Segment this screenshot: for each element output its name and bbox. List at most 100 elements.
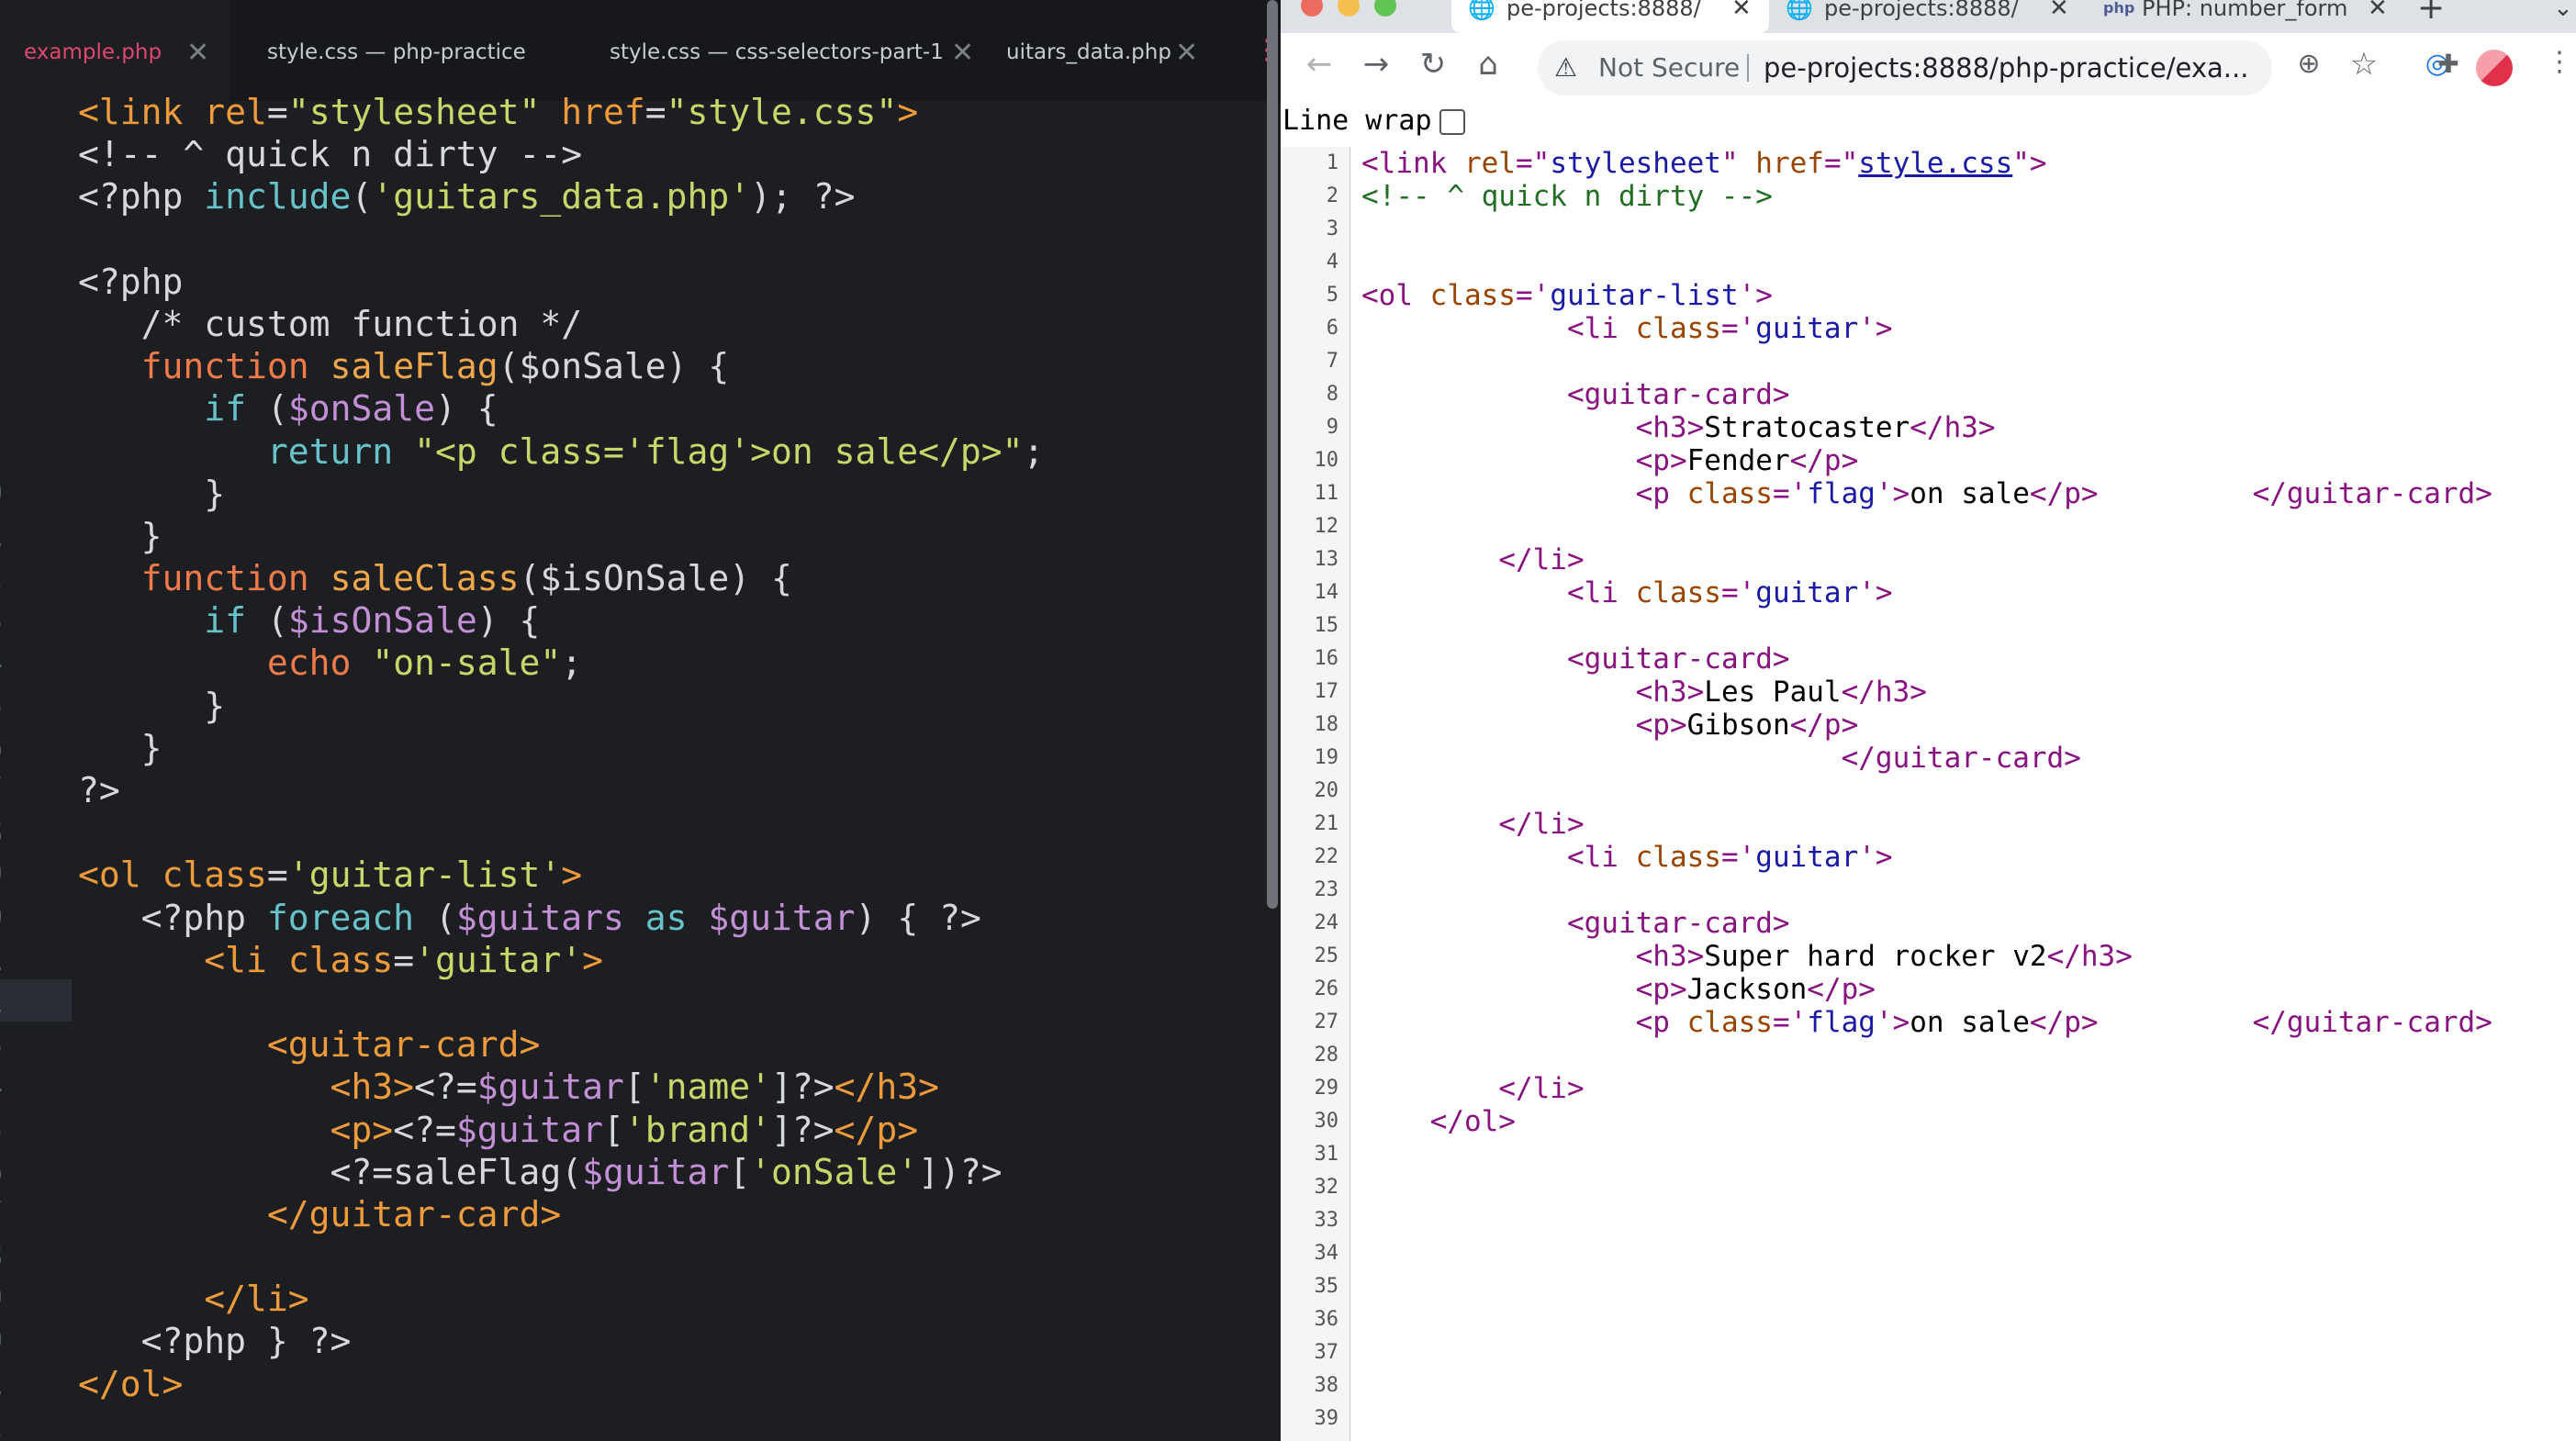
code-line: <h3><?=$guitar['name']?></h3> [330,1067,940,1108]
source-line: <guitar-card> [1566,907,1790,940]
close-icon[interactable]: ✕ [1731,0,1752,20]
editor-tab-style-css-selectors[interactable]: style.css — css-selectors-part-1 ✕ [586,0,990,101]
url-host: pe-projects [1764,52,1913,84]
source-line: <li class='guitar'> [1566,312,1893,345]
line-number: 26 [0,1151,35,1193]
line-number: 21 [0,939,35,981]
stylesheet-link[interactable]: style.css [1858,147,2012,180]
editor-tab-bar: example.php ✕ style.css — php-practice s… [0,0,1281,101]
more-menu-icon[interactable]: ⋮ [2546,46,2573,78]
security-label[interactable]: Not Secure [1598,40,1740,95]
code-line: <p><?=$guitar['brand']?></p> [330,1109,919,1150]
source-line-number: 3 [1326,218,1338,240]
source-line [1361,1039,2492,1072]
warning-icon[interactable]: ⚠ [1554,40,1577,95]
bookmark-star-icon[interactable]: ☆ [2346,46,2382,83]
source-line: </li> [1498,1072,1585,1105]
php-icon: php [2103,0,2135,17]
zoom-window-button[interactable] [1374,0,1396,17]
close-icon[interactable]: ✕ [2368,0,2388,20]
source-line: <li class='guitar'> [1566,576,1893,609]
reload-button[interactable]: ↻ [1415,46,1451,83]
code-line: } [78,727,162,768]
code-line: <?php } ?> [78,1321,352,1362]
line-number: 9 [0,430,35,473]
avatar[interactable] [2476,50,2513,86]
new-tab-button[interactable]: + [2417,0,2463,33]
source-line-number: 18 [1314,713,1339,736]
code-editor[interactable]: example.php ✕ style.css — php-practice s… [0,0,1281,1441]
source-line [1361,874,2492,907]
home-button[interactable]: ⌂ [1470,46,1506,83]
line-wrap-checkbox[interactable] [1439,108,1465,135]
source-line: <h3>Super hard rocker v2</h3> [1635,940,2133,973]
line-number: 5 [0,261,35,303]
code-line: <?php [78,261,184,302]
editor-scrollbar[interactable] [1267,0,1278,909]
source-line-number: 23 [1314,878,1339,901]
browser-tab-3[interactable]: php PHP: number_form ✕ [2087,0,2408,33]
source-line-gutter: 1 2 3 4 5 6 7 8 9 10 11 12 13 14 15 16 17 18 19 20 21 22 23 24 2… [1281,147,1350,1441]
close-icon[interactable]: ✕ [2049,0,2069,20]
extensions-puzzle-icon[interactable]: ✚ [2430,46,2467,83]
source-code: <link rel="stylesheet" href="style.css">… [1361,147,2492,1138]
source-line-number: 36 [1314,1308,1339,1331]
source-line-number: 13 [1314,548,1339,571]
line-number: 30 [0,1320,35,1362]
minimize-window-button[interactable] [1338,0,1360,17]
close-icon[interactable]: ✕ [1175,0,1198,106]
source-line-number: 8 [1326,383,1338,406]
editor-tab-style-css-php-practice[interactable]: style.css — php-practice [243,0,583,101]
source-line: </li> [1498,808,1585,841]
globe-icon: 🌐 [1468,0,1495,21]
line-number: 27 [0,1193,35,1235]
line-number: 29 [0,1278,35,1320]
source-line-number: 25 [1314,944,1339,967]
more-menu-icon[interactable]: ⋮ [1253,37,1281,68]
code-line: } [78,515,162,556]
browser-window: 🌐 pe-projects:8888/ ✕ 🌐 pe-projects:8888… [1281,0,2576,1441]
close-icon[interactable]: ✕ [951,0,974,106]
browser-tab-2[interactable]: 🌐 pe-projects:8888/ ✕ [1769,0,2087,33]
url-path: :8888/php-practice/exa... [1912,52,2249,84]
close-icon[interactable]: ✕ [186,0,209,106]
back-button[interactable]: ← [1301,46,1338,83]
source-line-number: 35 [1314,1275,1339,1298]
source-line-number: 26 [1314,977,1339,1000]
line-wrap-control[interactable]: Line wrap [1282,103,1465,140]
line-number: 11 [0,515,35,557]
zoom-icon[interactable]: ⊕ [2290,46,2327,83]
source-line-number: 11 [1314,482,1339,505]
code-line: function saleClass($isOnSale) { [140,558,792,599]
source-line: <h3>Stratocaster</h3> [1635,411,1996,444]
browser-tab-strip: 🌐 pe-projects:8888/ ✕ 🌐 pe-projects:8888… [1281,0,2576,33]
tab-search-icon[interactable]: ⌄ [2553,0,2576,33]
line-wrap-label: Line wrap [1282,105,1432,137]
address-separator [1747,54,1749,82]
source-line-number: 30 [1314,1110,1339,1133]
close-window-button[interactable] [1301,0,1323,17]
code-area[interactable]: <link rel="stylesheet" href="style.css">… [78,91,1044,1441]
forward-button[interactable]: → [1358,46,1394,83]
source-line: <p>Jackson</p> [1635,973,1876,1006]
url-text[interactable]: pe-projects:8888/php-practice/exa... [1764,40,2248,95]
source-line-number: 2 [1326,184,1338,207]
code-line: } [78,473,226,514]
line-number: 14 [0,642,35,684]
view-source-page: Line wrap 1 2 3 4 5 6 7 8 9 10 11 12 13 14 15 16 17 18 19 2… [1281,103,2576,1441]
line-number: 25 [0,1109,35,1151]
source-line: <p>Gibson</p> [1635,709,1859,742]
browser-tab-1[interactable]: 🌐 pe-projects:8888/ ✕ [1451,0,1769,33]
line-number: 13 [0,599,35,642]
editor-tab-guitars-data[interactable]: uitars_data.php ✕ [982,0,1230,101]
source-line-number: 15 [1314,614,1339,637]
address-bar[interactable]: ⚠ Not Secure pe-projects:8888/php-practi… [1538,40,2272,95]
code-line: if ($onSale) { [204,388,498,430]
source-line-number: 21 [1314,812,1339,835]
code-line: </ol> [78,1363,184,1404]
editor-gutter: 1234567891011121314151617181920212223242… [0,91,72,1441]
editor-tab-example-php[interactable]: example.php ✕ [0,0,230,101]
code-line: <guitar-card> [266,1024,541,1066]
